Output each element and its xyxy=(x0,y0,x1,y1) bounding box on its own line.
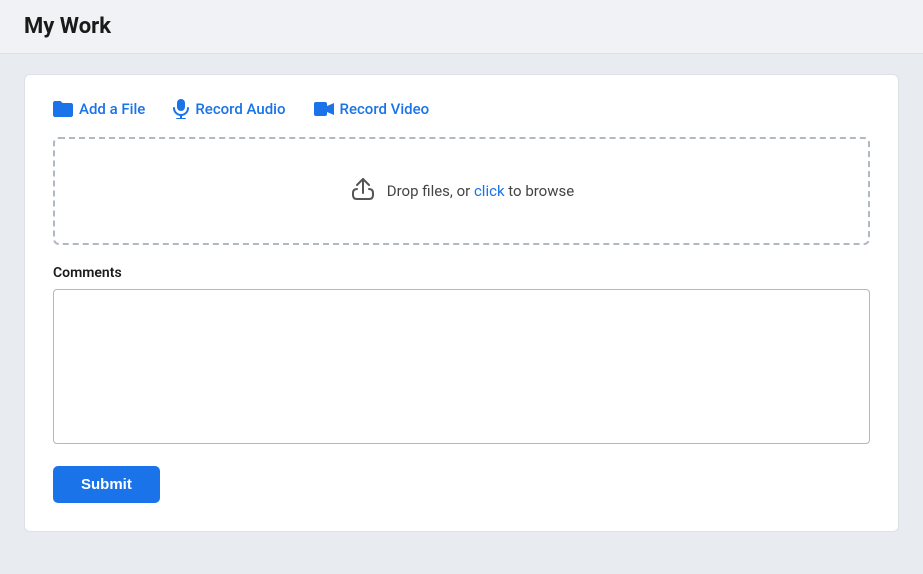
video-icon xyxy=(314,102,334,116)
tab-record-audio-label: Record Audio xyxy=(195,100,285,118)
folder-icon xyxy=(53,101,73,117)
page-content: Add a File Record Audio xyxy=(0,54,923,552)
drop-zone-link[interactable]: click xyxy=(474,182,505,200)
comments-label: Comments xyxy=(53,265,870,281)
upload-tabs: Add a File Record Audio xyxy=(53,99,870,119)
comments-textarea[interactable] xyxy=(53,289,870,444)
drop-zone[interactable]: Drop files, or click to browse xyxy=(53,137,870,245)
tab-add-file[interactable]: Add a File xyxy=(53,100,145,118)
page-header: My Work xyxy=(0,0,923,54)
tab-record-video-label: Record Video xyxy=(340,100,430,118)
tab-record-audio[interactable]: Record Audio xyxy=(173,99,285,119)
submit-button[interactable]: Submit xyxy=(53,466,160,503)
main-card: Add a File Record Audio xyxy=(24,74,899,532)
page-title: My Work xyxy=(24,14,111,39)
mic-icon xyxy=(173,99,189,119)
upload-icon xyxy=(349,175,377,207)
drop-zone-text: Drop files, or click to browse xyxy=(387,182,574,200)
tab-add-file-label: Add a File xyxy=(79,100,145,118)
tab-record-video[interactable]: Record Video xyxy=(314,100,430,118)
